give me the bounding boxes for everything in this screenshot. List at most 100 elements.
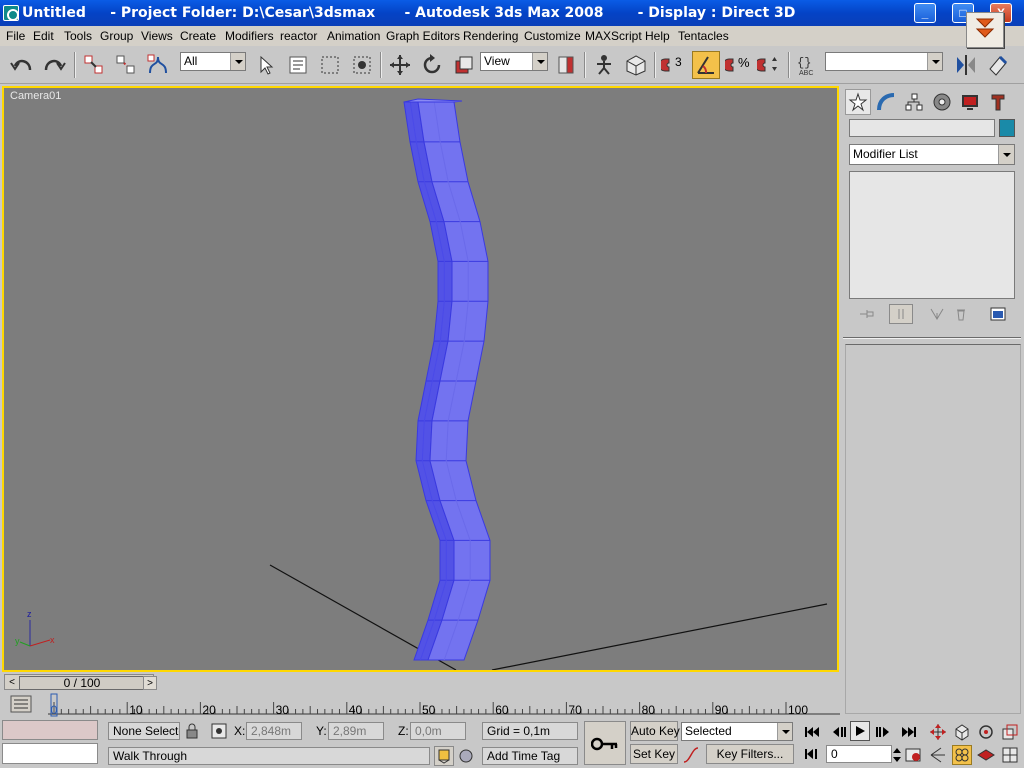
redo-icon[interactable] — [40, 51, 68, 79]
wavy-box-object[interactable] — [403, 98, 491, 661]
menu-modifiers[interactable]: Modifiers — [225, 29, 274, 43]
menu-tentacles[interactable]: Tentacles — [678, 29, 729, 43]
rectangular-selection-icon[interactable] — [316, 51, 344, 79]
previous-frame-button[interactable]: < — [5, 676, 19, 690]
menu-views[interactable]: Views — [141, 29, 173, 43]
select-and-link-icon[interactable] — [80, 51, 108, 79]
toolbar-overflow-button[interactable] — [966, 12, 1004, 48]
edit-named-selection-icon[interactable]: {} ABC — [794, 51, 822, 79]
set-key-button-large[interactable] — [584, 721, 626, 765]
hierarchy-icon[interactable] — [901, 89, 927, 115]
menu-edit[interactable]: Edit — [33, 29, 54, 43]
configure-modifier-sets-icon[interactable] — [989, 304, 1009, 324]
make-unique-icon[interactable] — [927, 304, 947, 324]
x-coordinate-field[interactable]: 2,848m — [246, 722, 302, 740]
select-by-name-icon[interactable] — [284, 51, 312, 79]
walk-through-icon[interactable] — [928, 745, 948, 765]
unlink-selection-icon[interactable] — [112, 51, 140, 79]
menu-create[interactable]: Create — [180, 29, 216, 43]
object-name-field[interactable] — [849, 119, 995, 137]
mirror-icon[interactable] — [952, 51, 980, 79]
snaps-toggle-icon[interactable]: 3 — [660, 51, 688, 79]
play-icon[interactable] — [850, 721, 870, 741]
chevron-down-icon[interactable] — [777, 723, 792, 740]
reference-coordinate-dropdown[interactable]: View — [480, 52, 548, 71]
chevron-down-icon[interactable] — [927, 53, 942, 70]
z-coordinate-field[interactable]: 0,0m — [410, 722, 466, 740]
time-tag-icon[interactable] — [434, 746, 454, 766]
orbit-camera-icon[interactable] — [976, 722, 996, 742]
menu-maxscript[interactable]: MAXScript — [585, 29, 642, 43]
percent-snap-toggle-icon[interactable]: % — [724, 51, 752, 79]
bind-to-space-warp-icon[interactable] — [144, 51, 172, 79]
select-and-scale-icon[interactable] — [450, 51, 478, 79]
maxscript-input-field[interactable] — [2, 743, 98, 764]
absolute-mode-icon[interactable] — [209, 721, 229, 741]
menu-rendering[interactable]: Rendering — [463, 29, 518, 43]
dolly-camera-icon[interactable] — [952, 722, 972, 742]
app-icon[interactable] — [3, 5, 19, 21]
set-key-button[interactable]: Set Key — [630, 744, 678, 764]
chevron-down-icon[interactable] — [998, 145, 1014, 164]
add-time-tag-field[interactable]: Add Time Tag — [482, 747, 578, 765]
next-frame-icon[interactable] — [873, 722, 893, 742]
menu-customize[interactable]: Customize — [524, 29, 581, 43]
default-in-out-tangents-icon[interactable] — [681, 745, 701, 765]
pan-view-icon[interactable] — [928, 722, 948, 742]
select-and-move-icon[interactable] — [386, 51, 414, 79]
auto-key-button[interactable]: Auto Key — [630, 721, 680, 741]
keyboard-shortcut-override-icon[interactable] — [622, 51, 650, 79]
object-color-swatch[interactable] — [999, 119, 1015, 137]
select-object-icon[interactable] — [252, 51, 280, 79]
frame-spinner-icon[interactable] — [892, 745, 902, 765]
curve-editor-toggle-icon[interactable] — [10, 694, 32, 714]
pivot-center-icon[interactable] — [552, 51, 580, 79]
menu-group[interactable]: Group — [100, 29, 133, 43]
time-slider-track[interactable]: < 0 / 100 > — [4, 674, 157, 690]
angle-snap-toggle-icon[interactable] — [692, 51, 720, 79]
pin-stack-icon[interactable] — [857, 304, 877, 324]
isolate-selection-icon[interactable] — [456, 746, 476, 766]
y-coordinate-field[interactable]: 2,89m — [328, 722, 384, 740]
maximize-viewport-toggle-icon[interactable] — [1000, 745, 1020, 765]
time-configuration-icon[interactable] — [904, 745, 924, 765]
display-icon[interactable] — [957, 89, 983, 115]
key-mode-dropdown[interactable]: Selected — [681, 722, 793, 741]
remove-modifier-icon[interactable] — [951, 304, 971, 324]
select-and-manipulate-icon[interactable] — [590, 51, 618, 79]
lock-icon[interactable] — [182, 721, 202, 741]
select-and-rotate-icon[interactable] — [418, 51, 446, 79]
time-slider-thumb[interactable]: 0 / 100 — [19, 676, 145, 690]
selection-filter-dropdown[interactable]: All — [180, 52, 246, 71]
field-of-view-icon[interactable] — [1000, 722, 1020, 742]
key-filters-button[interactable]: Key Filters... — [706, 744, 794, 764]
menu-graph-editors[interactable]: Graph Editors — [386, 29, 460, 43]
track-bar-ruler[interactable]: 0 10 20 30 40 50 60 70 80 90 100 — [48, 692, 840, 718]
minimize-button[interactable]: _ — [914, 3, 936, 23]
create-icon[interactable] — [845, 89, 871, 115]
modifier-stack[interactable] — [849, 171, 1015, 299]
menu-file[interactable]: File — [6, 29, 25, 43]
menu-reactor[interactable]: reactor — [280, 29, 317, 43]
named-selection-dropdown[interactable] — [825, 52, 943, 71]
motion-icon[interactable] — [929, 89, 955, 115]
chevron-down-icon[interactable] — [230, 53, 245, 70]
maxscript-listener-mini[interactable] — [2, 720, 98, 740]
chevron-down-icon[interactable] — [532, 53, 547, 70]
menu-animation[interactable]: Animation — [327, 29, 380, 43]
go-to-start-icon[interactable] — [802, 722, 822, 742]
previous-frame-icon[interactable] — [829, 722, 849, 742]
undo-icon[interactable] — [8, 51, 36, 79]
current-frame-field[interactable]: 0 — [826, 745, 892, 763]
key-mode-toggle-icon[interactable] — [802, 744, 822, 764]
utilities-icon[interactable] — [985, 89, 1011, 115]
truck-camera-icon[interactable] — [976, 745, 996, 765]
window-crossing-icon[interactable] — [348, 51, 376, 79]
align-icon[interactable] — [984, 51, 1012, 79]
go-to-end-icon[interactable] — [899, 722, 919, 742]
roll-camera-icon[interactable] — [952, 745, 972, 765]
camera-viewport[interactable]: Camera01 z x y — [2, 86, 839, 672]
next-frame-button[interactable]: > — [143, 676, 157, 690]
menu-tools[interactable]: Tools — [64, 29, 92, 43]
modifier-list-dropdown[interactable]: Modifier List — [849, 144, 1015, 165]
